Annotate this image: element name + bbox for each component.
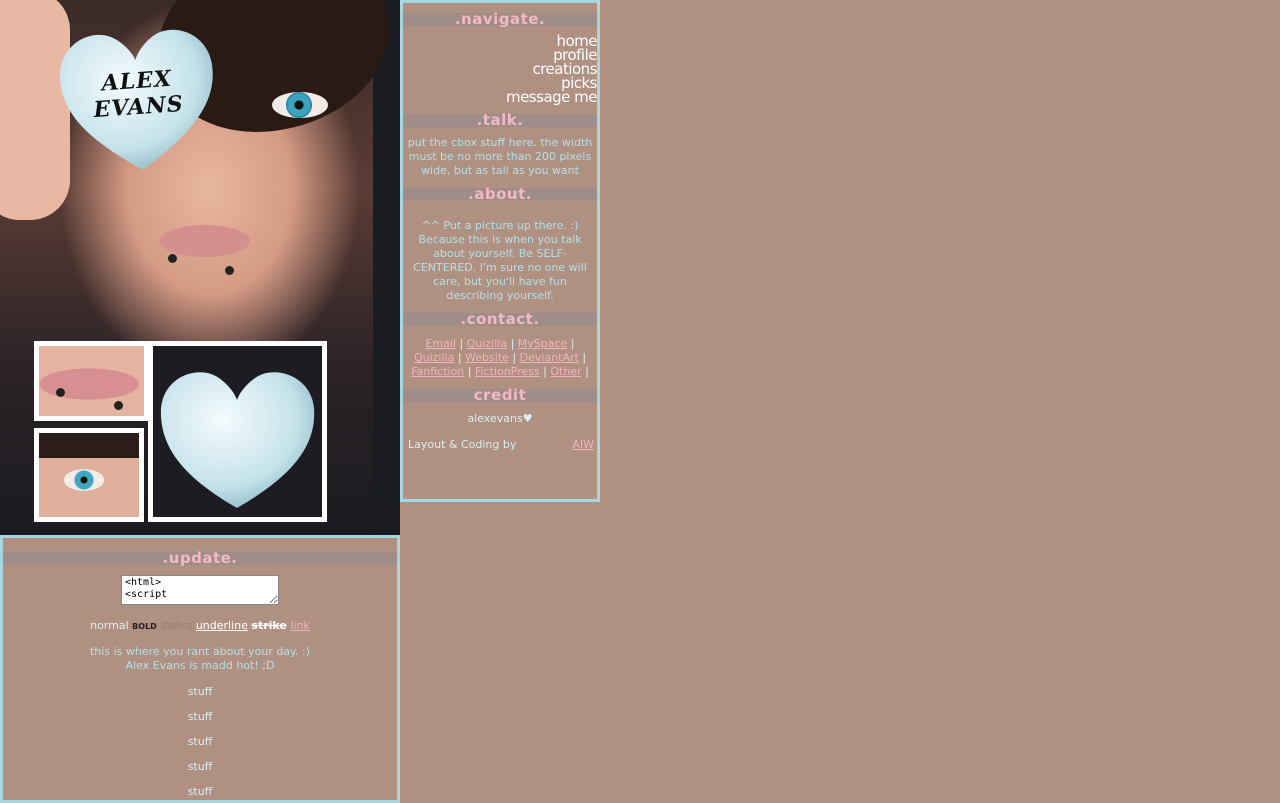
credit-row: Layout & Coding by AIW [403, 438, 597, 454]
contact-link-other[interactable]: Other [550, 365, 581, 378]
about-text: ^^ Put a picture up there. :) Because th… [413, 219, 587, 302]
stuff-item: stuff [187, 735, 213, 748]
piercing-left [168, 254, 177, 263]
thumbnail-eye [34, 428, 144, 522]
heart-signature: ALEX EVANS [92, 65, 185, 124]
piercing-right [225, 266, 234, 275]
eye-shape [272, 92, 328, 118]
sidebar: .navigate. home profile creations picks … [400, 0, 600, 502]
update-heading: .update. [3, 549, 397, 567]
format-normal: normal [90, 619, 129, 632]
format-underline: underline [195, 619, 248, 632]
heart-stone-icon: ALEX EVANS [53, 13, 224, 184]
format-demo: normal BOLD italics underline strike lin… [3, 619, 397, 632]
about-heading: .about. [403, 185, 597, 203]
header-artwork: ALEX EVANS [0, 0, 400, 535]
contact-link-quizilla-2[interactable]: Quizilla [414, 351, 454, 364]
lips-shape [160, 225, 250, 257]
contact-link-quizilla[interactable]: Quizilla [467, 337, 507, 350]
update-panel: .update. normal BOLD italics underline s… [0, 535, 400, 803]
contact-heading: .contact. [403, 310, 597, 328]
nav-links: home profile creations picks message me [403, 26, 598, 105]
format-italics: italics [160, 619, 193, 632]
code-textarea[interactable] [121, 575, 279, 605]
rant-text: this is where you rant about your day. :… [3, 645, 397, 673]
stuff-item: stuff [187, 710, 213, 723]
thumbnail-lips [34, 341, 149, 421]
format-bold: BOLD [132, 622, 157, 631]
credit-heading: credit [403, 386, 597, 404]
rant-line-2: Alex Evans is madd hot! ;D [125, 659, 275, 672]
format-link[interactable]: link [290, 619, 309, 632]
contact-link-fictionpress[interactable]: FictionPress [475, 365, 540, 378]
nav-link-message-me[interactable]: message me [403, 90, 598, 105]
stuff-item: stuff [187, 685, 213, 698]
contact-link-fanfiction[interactable]: Fanfiction [411, 365, 464, 378]
credit-layout-label: Layout & Coding by [408, 438, 517, 451]
credit-author-link[interactable]: AIW [572, 438, 594, 451]
credit-name: alexevans♥ [467, 412, 533, 425]
contact-link-deviantart[interactable]: DeviantArt [520, 351, 579, 364]
thumbnail-heart [148, 341, 327, 522]
stuff-item: stuff [187, 760, 213, 773]
contact-link-website[interactable]: Website [465, 351, 509, 364]
navigate-heading: .navigate. [403, 10, 597, 28]
contact-links: Email | Quizilla | MySpace | Quizilla | … [411, 337, 589, 378]
talk-text: put the cbox stuff here. the width must … [407, 136, 593, 177]
rant-line-1: this is where you rant about your day. :… [89, 645, 310, 658]
stuff-item: stuff [187, 785, 213, 798]
contact-link-email[interactable]: Email [425, 337, 456, 350]
format-strike: strike [251, 619, 287, 632]
talk-heading: .talk. [403, 111, 597, 129]
contact-link-myspace[interactable]: MySpace [518, 337, 568, 350]
